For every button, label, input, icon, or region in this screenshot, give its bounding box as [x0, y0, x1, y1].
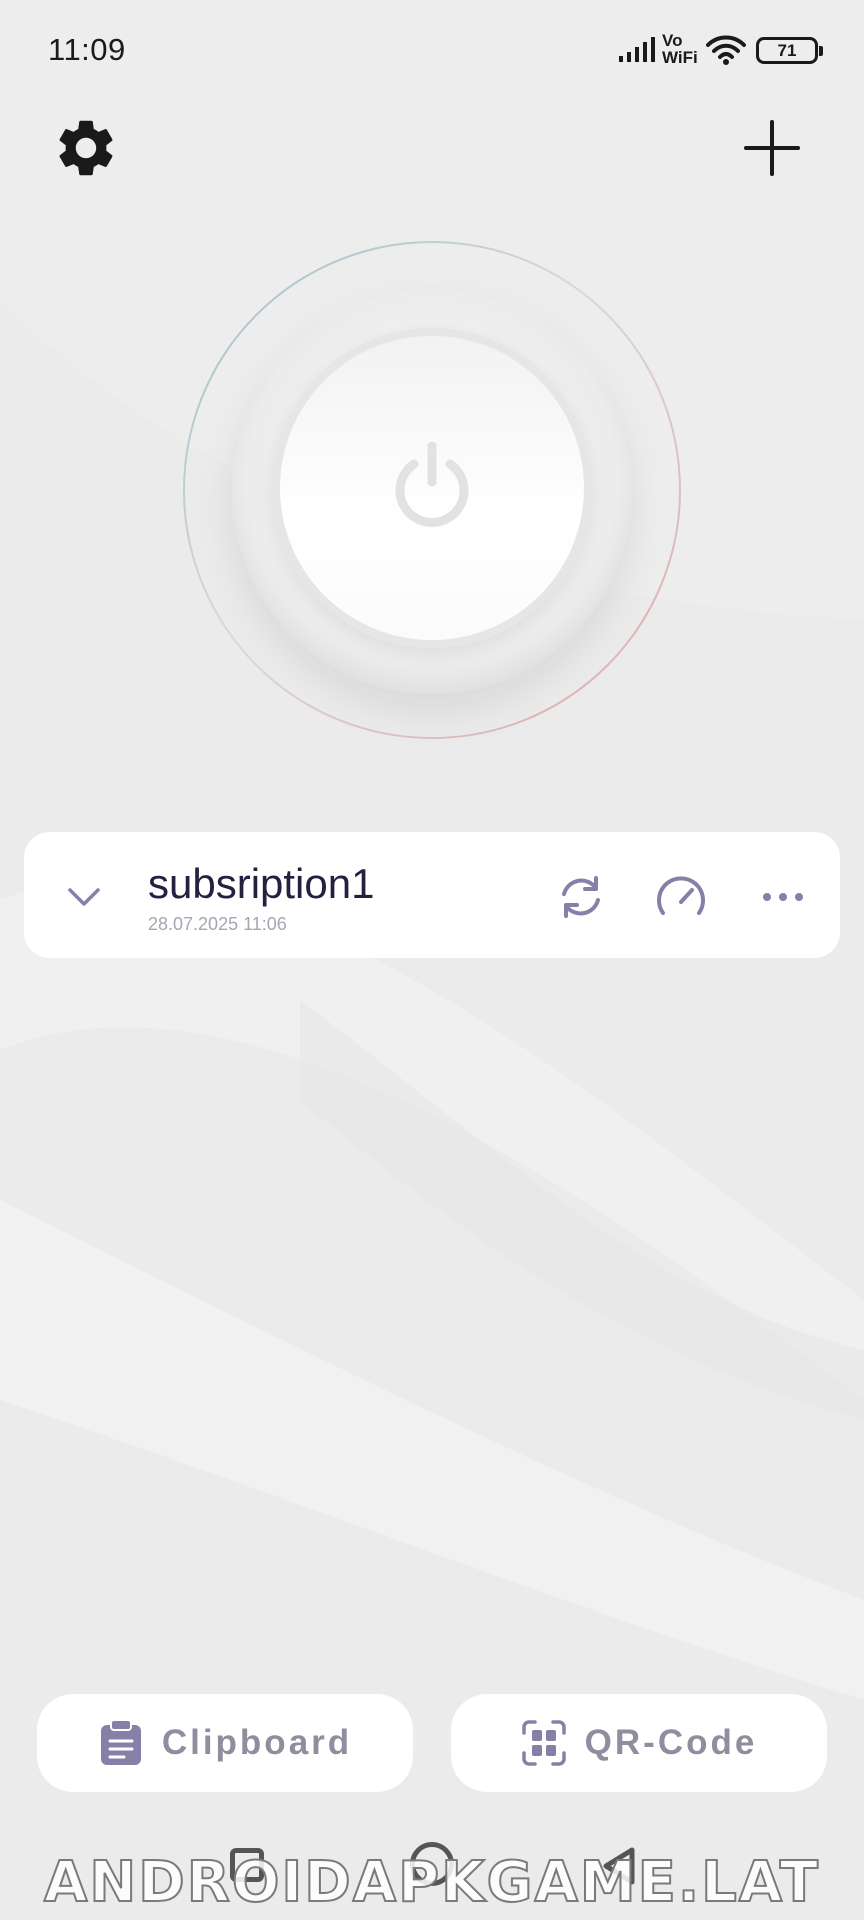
expand-button[interactable] — [54, 866, 114, 926]
chevron-down-icon — [68, 888, 100, 906]
power-button[interactable] — [272, 328, 592, 648]
qr-code-label: QR-Code — [584, 1723, 758, 1762]
status-time: 11:09 — [48, 32, 126, 67]
qr-code-icon — [521, 1720, 566, 1766]
qr-code-button[interactable]: QR-Code — [451, 1694, 827, 1792]
more-icon — [763, 893, 803, 901]
wifi-icon — [706, 35, 746, 65]
vowifi-icon: Vo WiFi — [662, 32, 698, 66]
add-button[interactable] — [740, 116, 804, 180]
watermark-text: ANDROIDAPKGAME.LAT — [43, 1849, 820, 1916]
more-button[interactable] — [754, 868, 812, 926]
subscription-card[interactable]: subsription1 28.07.2025 11:06 — [24, 832, 840, 958]
subscription-date: 28.07.2025 11:06 — [148, 914, 287, 934]
battery-level: 71 — [777, 41, 797, 60]
vowifi-bottom-label: WiFi — [662, 48, 698, 67]
vowifi-top-label: Vo — [662, 31, 683, 50]
battery-icon: 71 — [756, 37, 823, 64]
subscription-name: subsription1 — [148, 860, 375, 907]
settings-button[interactable] — [52, 114, 120, 182]
status-bar: 11:09 Vo WiFi 71 — [0, 0, 864, 100]
gear-icon — [59, 120, 113, 176]
power-area — [180, 238, 684, 742]
refresh-button[interactable] — [552, 868, 610, 926]
signal-icon — [619, 37, 655, 62]
speedometer-icon — [657, 876, 705, 915]
refresh-icon — [562, 876, 600, 918]
clipboard-label: Clipboard — [161, 1723, 353, 1762]
speed-test-button[interactable] — [652, 868, 710, 926]
clipboard-button[interactable]: Clipboard — [37, 1694, 413, 1792]
plus-icon — [744, 120, 800, 176]
power-icon — [395, 441, 469, 527]
clipboard-icon — [100, 1719, 141, 1765]
